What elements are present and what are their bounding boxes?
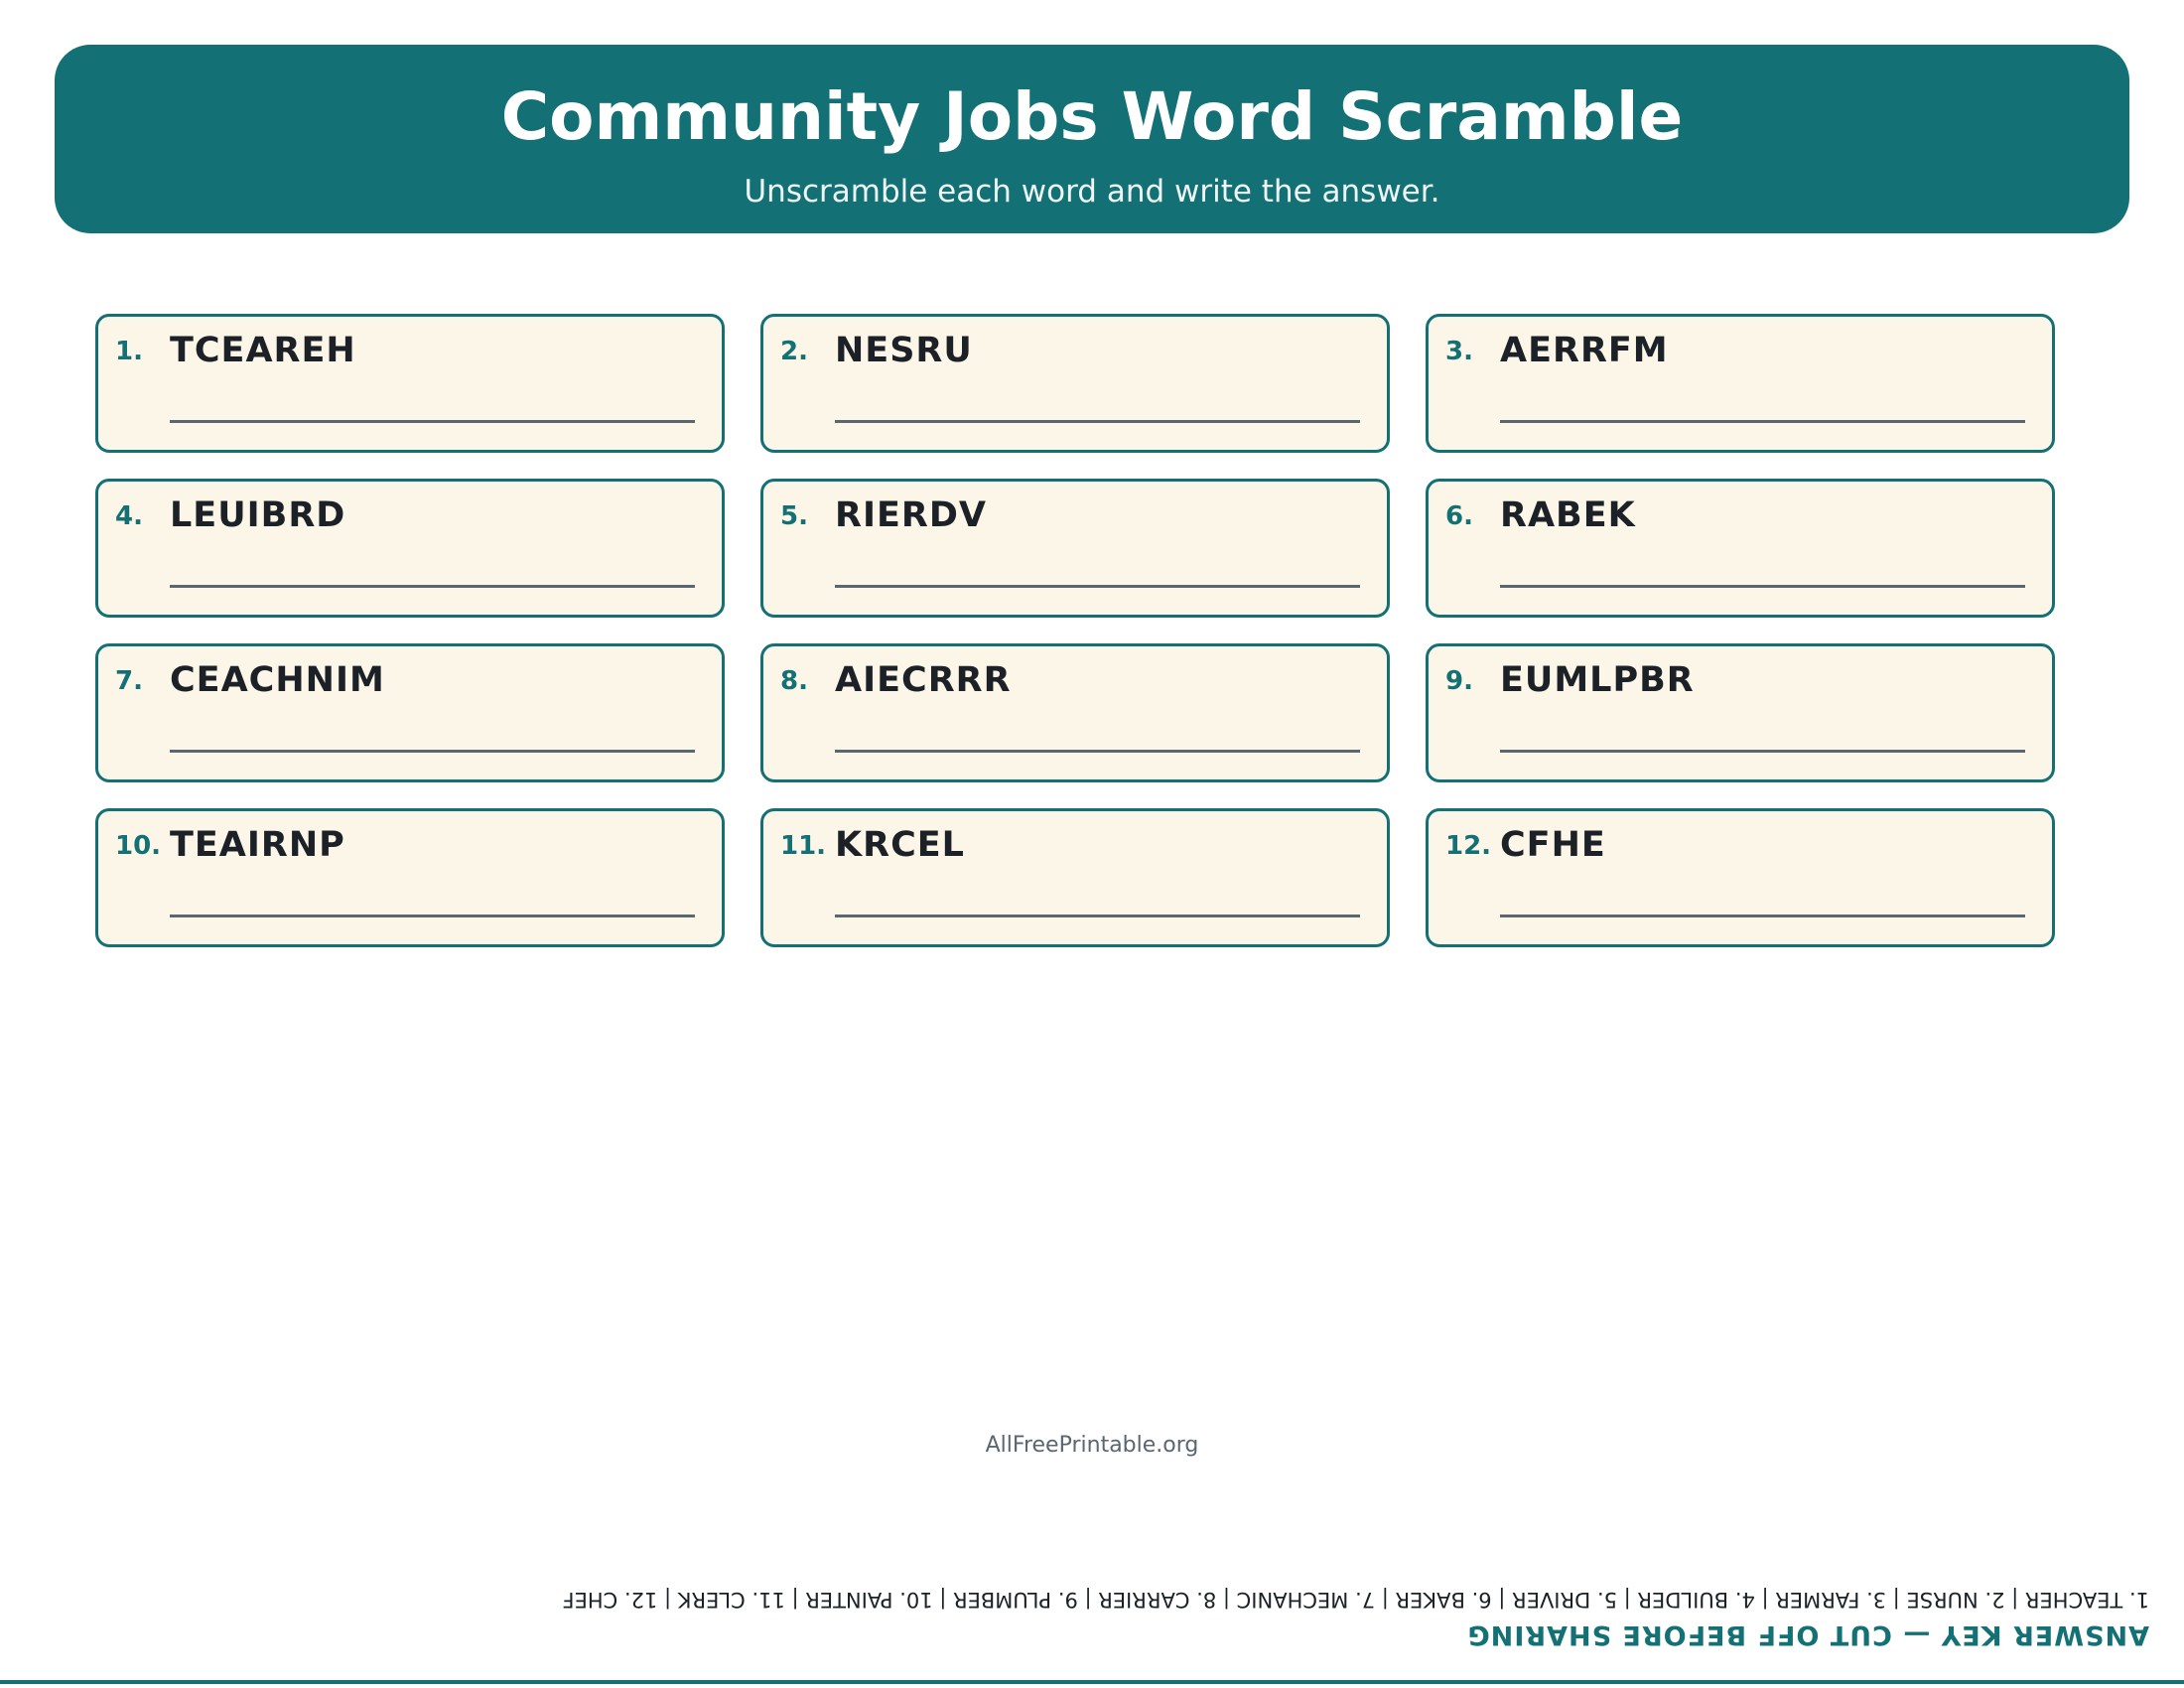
item-number: 4. <box>115 501 143 531</box>
item-number: 5. <box>780 501 808 531</box>
scramble-card: 9. EUMLPBR <box>1426 643 2055 782</box>
item-number: 7. <box>115 666 143 696</box>
scrambled-word: TEAIRNP <box>170 825 345 865</box>
scramble-card: 8. AIECRRR <box>760 643 1390 782</box>
scramble-card: 6. RABEK <box>1426 479 2055 618</box>
item-number: 6. <box>1445 501 1473 531</box>
scramble-card: 11. KRCEL <box>760 808 1390 947</box>
footer-site-credit: AllFreePrintable.org <box>985 1433 1199 1458</box>
scrambled-word: EUMLPBR <box>1500 660 1695 700</box>
answer-line[interactable] <box>170 750 695 753</box>
scrambled-word: AERRFM <box>1500 331 1669 370</box>
item-number: 11. <box>780 831 827 861</box>
scramble-grid: 1. TCEAREH 2. NESRU 3. AERRFM 4. LEUIBRD… <box>95 314 2055 947</box>
scramble-card: 5. RIERDV <box>760 479 1390 618</box>
answer-line[interactable] <box>835 750 1360 753</box>
scramble-card: 1. TCEAREH <box>95 314 725 453</box>
answer-line[interactable] <box>1500 585 2025 588</box>
scrambled-word: CFHE <box>1500 825 1606 865</box>
scrambled-word: RABEK <box>1500 495 1636 535</box>
page-subtitle: Unscramble each word and write the answe… <box>744 174 1440 210</box>
item-number: 3. <box>1445 337 1473 366</box>
answer-line[interactable] <box>1500 914 2025 917</box>
scrambled-word: CEACHNIM <box>170 660 385 700</box>
scramble-card: 10. TEAIRNP <box>95 808 725 947</box>
scramble-card: 3. AERRFM <box>1426 314 2055 453</box>
bottom-divider <box>0 1680 2184 1684</box>
answer-line[interactable] <box>835 914 1360 917</box>
scrambled-word: LEUIBRD <box>170 495 346 535</box>
page-title: Community Jobs Word Scramble <box>500 78 1684 155</box>
item-number: 12. <box>1445 831 1492 861</box>
scrambled-word: TCEAREH <box>170 331 356 370</box>
answer-key-strip: ANSWER KEY — CUT OFF BEFORE SHARING 1. T… <box>0 1581 2184 1660</box>
answer-line[interactable] <box>1500 420 2025 423</box>
item-number: 1. <box>115 337 143 366</box>
scrambled-word: NESRU <box>835 331 973 370</box>
item-number: 2. <box>780 337 808 366</box>
item-number: 8. <box>780 666 808 696</box>
scrambled-word: KRCEL <box>835 825 965 865</box>
page-header: Community Jobs Word Scramble Unscramble … <box>55 45 2129 233</box>
scramble-card: 4. LEUIBRD <box>95 479 725 618</box>
answer-key-title: ANSWER KEY — CUT OFF BEFORE SHARING <box>1466 1619 2149 1650</box>
item-number: 10. <box>115 831 162 861</box>
answer-line[interactable] <box>835 585 1360 588</box>
scramble-card: 12. CFHE <box>1426 808 2055 947</box>
answer-line[interactable] <box>170 585 695 588</box>
answer-line[interactable] <box>170 420 695 423</box>
scrambled-word: AIECRRR <box>835 660 1012 700</box>
answer-line[interactable] <box>835 420 1360 423</box>
scramble-card: 2. NESRU <box>760 314 1390 453</box>
scrambled-word: RIERDV <box>835 495 987 535</box>
answer-line[interactable] <box>1500 750 2025 753</box>
scramble-card: 7. CEACHNIM <box>95 643 725 782</box>
item-number: 9. <box>1445 666 1473 696</box>
answer-line[interactable] <box>170 914 695 917</box>
answer-key-list: 1. TEACHER | 2. NURSE | 3. FARMER | 4. B… <box>562 1588 2149 1612</box>
